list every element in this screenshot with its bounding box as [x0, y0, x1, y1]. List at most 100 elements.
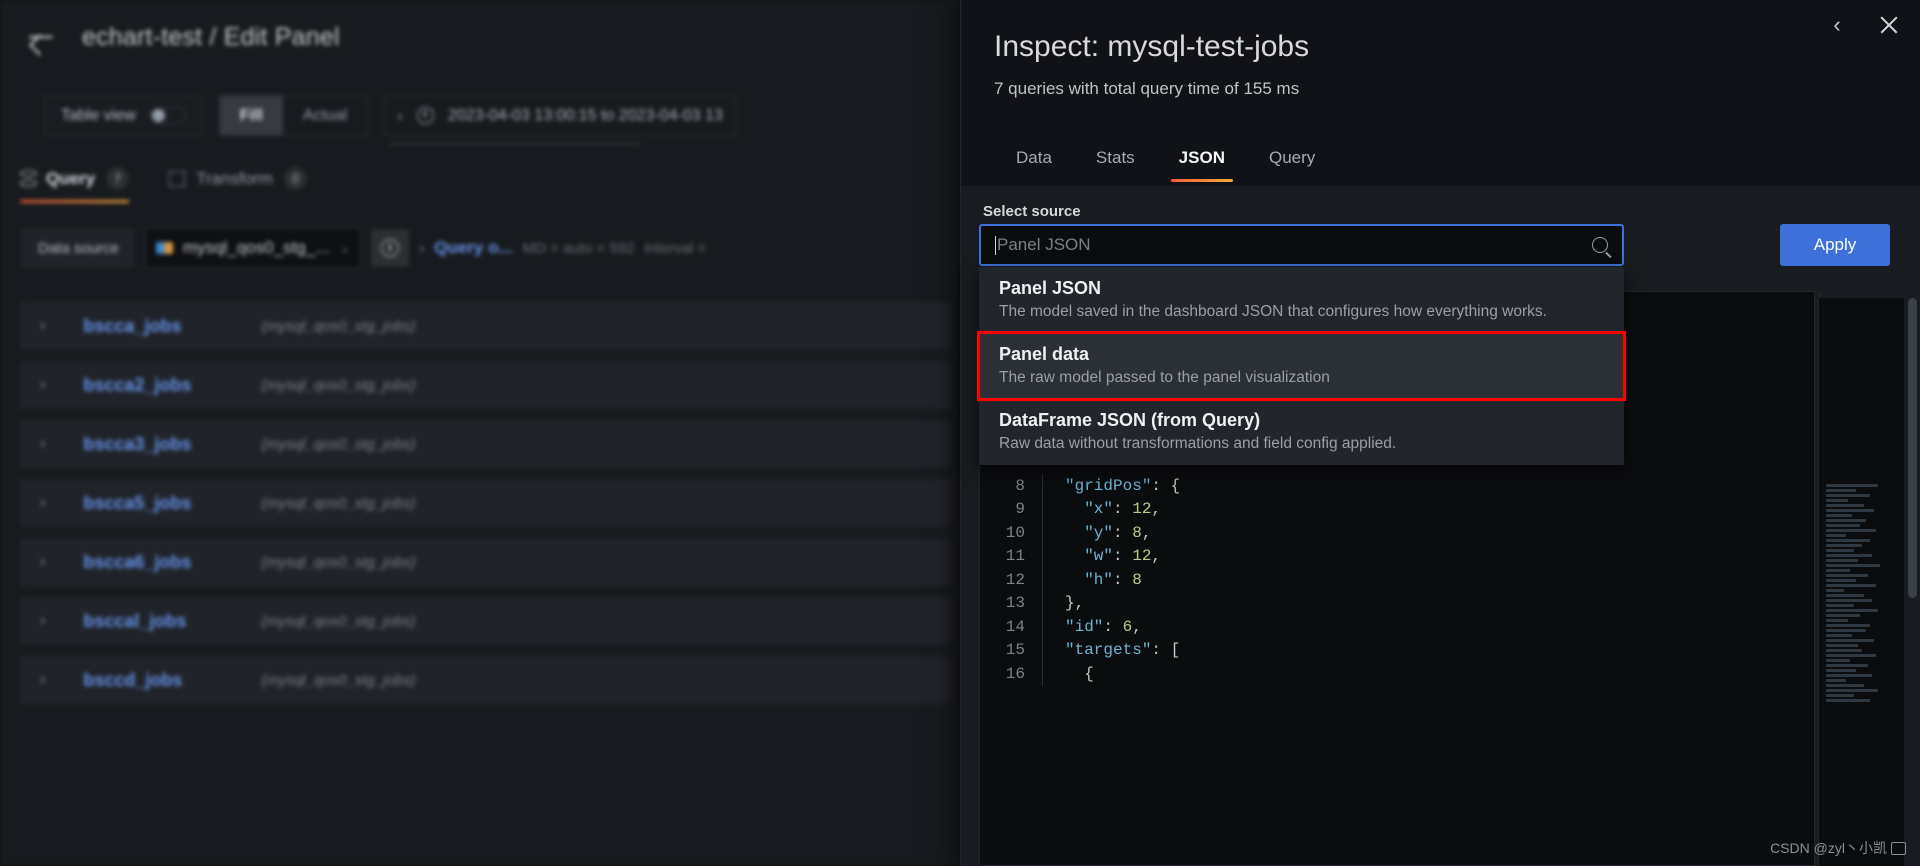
edit-panel-toolbar: Table view Fill Actual ‹ 2023-04-03 13:0… [44, 95, 736, 136]
option-title: DataFrame JSON (from Query) [999, 410, 1261, 430]
app-root: echart-test / Edit Panel Table view Fill… [0, 0, 1920, 866]
chevron-left-icon[interactable]: ‹ [1824, 12, 1850, 38]
code-text: "w": 12, [1084, 547, 1162, 566]
code-line: 11 "w": 12, [980, 544, 1814, 568]
dropdown-option-dataframe-json[interactable]: DataFrame JSON (from Query) Raw data wit… [979, 399, 1624, 465]
actual-button[interactable]: Actual [283, 96, 367, 135]
gutter [1042, 521, 1043, 545]
gutter [1042, 474, 1043, 498]
tab-json[interactable]: JSON [1157, 140, 1247, 182]
table-view-toggle[interactable]: Table view [44, 95, 203, 136]
query-source: (mysql_qos0_stg_jobs) [261, 376, 416, 394]
table-view-label: Table view [61, 106, 136, 124]
code-minimap[interactable] [1818, 298, 1904, 866]
code-text: "x": 12, [1084, 500, 1162, 519]
edit-panel-tabs: Query 7 Transform 0 [20, 167, 307, 203]
code-line: 9 "x": 12, [980, 497, 1814, 521]
dropdown-option-panel-json[interactable]: Panel JSON The model saved in the dashbo… [979, 267, 1624, 333]
query-options-label[interactable]: Query o... [434, 238, 512, 258]
tab-query[interactable]: Query [1247, 140, 1337, 182]
option-description: The raw model passed to the panel visual… [999, 369, 1330, 386]
drawer-controls: ‹ [1824, 12, 1902, 38]
gutter [1042, 615, 1043, 639]
search-icon [1592, 237, 1608, 253]
close-icon[interactable] [1876, 12, 1902, 38]
query-source: (mysql_qos0_stg_jobs) [261, 671, 416, 689]
toggle-switch[interactable] [149, 107, 186, 124]
query-name[interactable]: bscca3_jobs [83, 434, 223, 455]
query-name[interactable]: bsccal_jobs [83, 611, 223, 632]
option-description: The model saved in the dashboard JSON th… [999, 303, 1547, 320]
tab-data[interactable]: Data [994, 140, 1074, 182]
time-range-text: 2023-04-03 13:00:15 to 2023-04-03 13 [447, 106, 723, 124]
code-scrollbar[interactable] [1908, 298, 1917, 598]
line-number: 13 [1005, 594, 1025, 613]
chevron-right-icon[interactable]: › [40, 612, 45, 630]
fill-actual-segment[interactable]: Fill Actual [218, 95, 369, 136]
query-source: (mysql_qos0_stg_jobs) [261, 612, 416, 630]
gutter [1042, 638, 1043, 662]
database-icon [20, 170, 37, 187]
code-text: "id": 6, [1065, 617, 1142, 636]
chevron-right-icon[interactable]: › [40, 317, 45, 335]
query-source: (mysql_qos0_stg_jobs) [261, 494, 416, 512]
dropdown-option-panel-data[interactable]: Panel data The raw model passed to the p… [977, 331, 1626, 401]
time-range-picker[interactable]: ‹ 2023-04-03 13:00:15 to 2023-04-03 13 [384, 95, 736, 136]
gutter [1042, 497, 1043, 521]
query-name[interactable]: bscca5_jobs [83, 493, 223, 514]
query-source: (mysql_qos0_stg_jobs) [261, 435, 416, 453]
query-name[interactable]: bscca_jobs [83, 316, 223, 337]
query-source: (mysql_qos0_stg_jobs) [261, 553, 416, 571]
gutter [1042, 544, 1043, 568]
tab-transform-count: 0 [283, 167, 307, 190]
table-row[interactable]: › bscca5_jobs (mysql_qos0_stg_jobs) [20, 479, 950, 527]
query-name[interactable]: bsccd_jobs [83, 670, 223, 691]
code-text: "gridPos": { [1065, 476, 1181, 495]
tab-query-count: 7 [106, 167, 130, 190]
table-row[interactable]: › bscca6_jobs (mysql_qos0_stg_jobs) [20, 538, 950, 586]
chevron-right-icon[interactable]: › [40, 671, 45, 689]
chevron-down-icon[interactable]: ⌄ [339, 240, 350, 256]
query-name[interactable]: bscca2_jobs [83, 375, 223, 396]
edit-panel-header: echart-test / Edit Panel [26, 22, 340, 52]
tab-query[interactable]: Query 7 [20, 167, 130, 203]
chevron-right-icon[interactable]: › [40, 376, 45, 394]
search-input[interactable]: Panel JSON [997, 235, 1592, 255]
code-line: 15 "targets": [ [980, 638, 1814, 662]
tab-transform[interactable]: Transform 0 [169, 167, 307, 203]
gutter [1042, 662, 1043, 686]
table-row[interactable]: › bsccal_jobs (mysql_qos0_stg_jobs) [20, 597, 950, 645]
code-text: }, [1065, 594, 1085, 613]
table-row[interactable]: › bscca_jobs (mysql_qos0_stg_jobs) [20, 302, 950, 350]
datasource-help-button[interactable] [371, 229, 410, 267]
chevron-right-icon[interactable]: › [40, 553, 45, 571]
apply-button[interactable]: Apply [1780, 224, 1890, 266]
code-text: "h": 8 [1084, 570, 1142, 589]
fill-button[interactable]: Fill [219, 96, 283, 135]
chevron-right-icon[interactable]: › [419, 240, 424, 257]
page-title: echart-test / Edit Panel [82, 22, 340, 51]
tab-query-label: Query [46, 168, 96, 188]
table-row[interactable]: › bscca2_jobs (mysql_qos0_stg_jobs) [20, 361, 950, 409]
code-text: { [1084, 664, 1094, 683]
select-source-label: Select source [983, 203, 1081, 220]
table-row[interactable]: › bscca3_jobs (mysql_qos0_stg_jobs) [20, 420, 950, 468]
option-title: Panel JSON [999, 278, 1102, 298]
inspector-subtitle: 7 queries with total query time of 155 m… [994, 79, 1300, 98]
table-row[interactable]: › bsccd_jobs (mysql_qos0_stg_jobs) [20, 656, 950, 704]
chevron-left-icon[interactable]: ‹ [397, 106, 403, 126]
inspector-title: Inspect: mysql-test-jobs [994, 30, 1310, 63]
chevron-right-icon[interactable]: › [40, 494, 45, 512]
datasource-select[interactable]: mysql_qos0_stg_... ⌄ [144, 228, 362, 268]
code-line: 12 "h": 8 [980, 568, 1814, 592]
code-line: 10 "y": 8, [980, 521, 1814, 545]
query-source: (mysql_qos0_stg_jobs) [261, 317, 416, 335]
tab-stats[interactable]: Stats [1074, 140, 1157, 182]
arrow-left-icon[interactable] [26, 22, 56, 52]
code-text: "y": 8, [1084, 523, 1152, 542]
query-name[interactable]: bscca6_jobs [83, 552, 223, 573]
tab-transform-label: Transform [196, 168, 273, 188]
datasource-selected-value: mysql_qos0_stg_... [182, 238, 330, 257]
chevron-right-icon[interactable]: › [40, 435, 45, 453]
select-source-combobox[interactable]: Panel JSON [979, 224, 1624, 266]
